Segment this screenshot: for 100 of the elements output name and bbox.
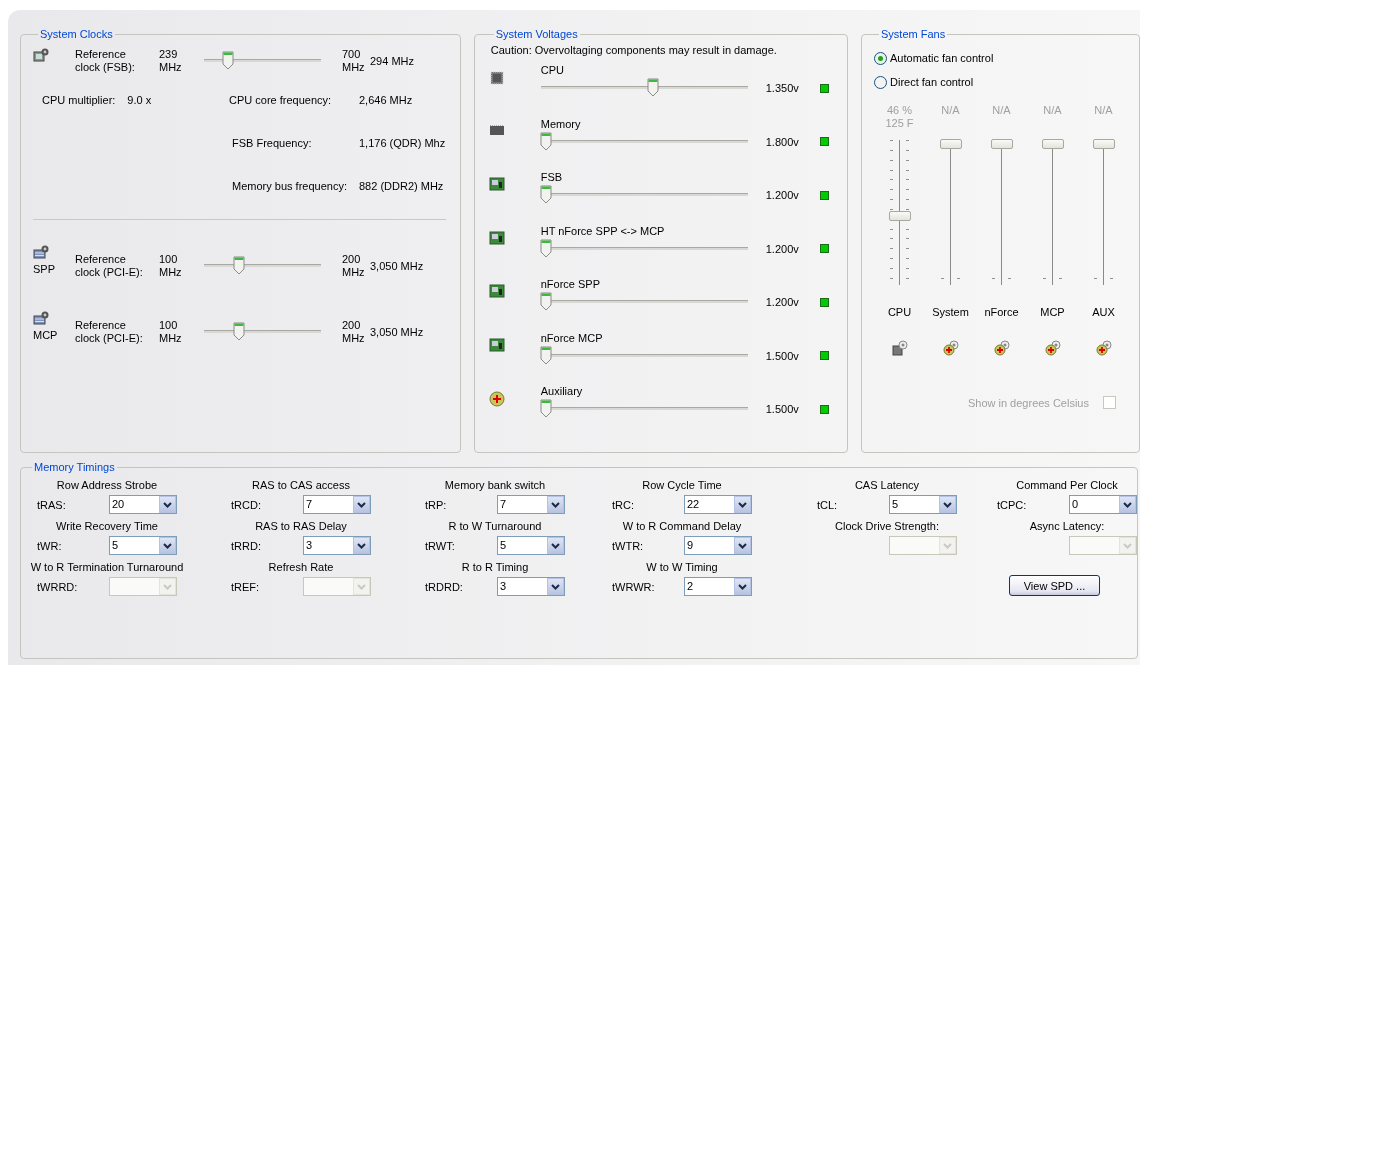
view-spd-button[interactable]: View SPD ... <box>1009 575 1100 596</box>
slider-thumb[interactable] <box>539 399 552 418</box>
slider-thumb[interactable] <box>1041 139 1064 149</box>
timing-title: Command Per Clock <box>1016 479 1118 493</box>
timing-title: W to R Termination Turnaround <box>30 561 184 575</box>
chevron-down-icon <box>357 583 366 590</box>
voltage-reading: 1.500v <box>765 403 800 415</box>
slider[interactable] <box>540 292 748 312</box>
timing-label: tWTR: <box>612 539 645 552</box>
chip-gear-icon[interactable] <box>891 340 908 356</box>
info-value: 9.0 x <box>127 94 152 106</box>
dropdown[interactable]: 20 <box>109 495 177 514</box>
slider[interactable] <box>540 185 748 205</box>
fan-label: System <box>932 306 969 318</box>
info-label: CPU core frequency: <box>229 94 333 106</box>
board-gear-icon <box>33 311 49 325</box>
slider-label: Reference clock (PCI-E): <box>75 253 144 279</box>
plus-circle-icon <box>488 391 505 407</box>
timing-title: RAS to CAS access <box>252 479 350 493</box>
slider-max-value: 200 MHz <box>342 319 366 345</box>
timing-title: Clock Drive Strength: <box>835 520 939 534</box>
radio-button[interactable]: Direct fan control <box>874 70 1129 94</box>
slider[interactable] <box>540 131 748 152</box>
plus-gear-icon[interactable] <box>942 340 959 356</box>
info-value: 882 (DDR2) MHz <box>359 180 445 192</box>
radio-button[interactable]: Automatic fan control <box>874 46 1129 70</box>
info-value: 1,176 (QDR) Mhz <box>359 137 446 149</box>
radio-indicator[interactable] <box>874 75 887 89</box>
slider[interactable] <box>540 399 748 419</box>
voltage-label: Memory <box>540 117 582 130</box>
dropdown[interactable]: 3 <box>497 577 565 596</box>
dropdown[interactable]: 7 <box>497 495 565 514</box>
chevron-down-icon <box>551 501 560 508</box>
timing-label: tRRD: <box>231 539 262 552</box>
timing-label: tRWT: <box>425 539 456 552</box>
chevron-down-icon <box>163 583 172 590</box>
timing-title: CAS Latency <box>854 479 920 493</box>
dropdown[interactable]: 5 <box>109 536 177 555</box>
group-title: System Clocks <box>39 28 114 40</box>
dropdown[interactable]: 9 <box>684 536 752 555</box>
slider-label: Reference clock (PCI-E): <box>75 319 144 345</box>
timing-label: tWRWR: <box>612 580 656 593</box>
voltage-reading: 1.200v <box>765 242 800 255</box>
dropdown[interactable]: 2 <box>684 577 752 596</box>
slider-thumb[interactable] <box>939 139 962 149</box>
slider-thumb[interactable] <box>221 51 234 70</box>
slider[interactable] <box>204 322 321 342</box>
dropdown[interactable]: 0 <box>1069 495 1137 514</box>
chevron-down-icon <box>738 583 747 590</box>
radio-indicator[interactable] <box>874 51 887 65</box>
slider[interactable] <box>540 238 748 259</box>
timing-title: Refresh Rate <box>268 561 334 575</box>
chevron-down-icon <box>551 542 560 549</box>
voltage-reading: 1.200v <box>765 189 800 201</box>
slider-thumb[interactable] <box>233 256 246 275</box>
chevron-down-icon <box>738 501 747 508</box>
chevron-down-icon <box>357 542 366 549</box>
slider-thumb[interactable] <box>888 210 911 221</box>
slider-min-value: 239 MHz <box>159 48 183 74</box>
slider-thumb[interactable] <box>539 131 552 151</box>
slider-min-value: 100 MHz <box>159 319 183 345</box>
slider[interactable] <box>204 51 321 71</box>
clock-reading: 3,050 MHz <box>370 326 425 338</box>
chip-label: SPP <box>33 263 55 275</box>
dropdown[interactable]: 5 <box>497 536 565 555</box>
timing-label: tCL: <box>817 498 839 511</box>
dropdown[interactable]: 7 <box>303 495 371 514</box>
slider-thumb[interactable] <box>539 185 552 204</box>
slider-thumb[interactable] <box>539 345 552 365</box>
slider-thumb[interactable] <box>539 238 552 258</box>
dropdown[interactable]: 3 <box>303 536 371 555</box>
slider-thumb[interactable] <box>233 322 246 341</box>
slider-thumb[interactable] <box>539 292 552 311</box>
timing-title: R to W Turnaround <box>448 520 542 534</box>
caution-text: Caution: Overvoltaging components may result in damage. <box>490 44 778 56</box>
slider[interactable] <box>540 345 748 366</box>
group-title: System Voltages <box>494 28 579 40</box>
timing-title: Row Address Strobe <box>56 479 158 493</box>
fan-reading: N/A <box>1094 104 1113 117</box>
plus-gear-icon[interactable] <box>1095 340 1112 356</box>
timing-label: tWRRD: <box>37 580 79 593</box>
dropdown[interactable]: 5 <box>889 495 957 514</box>
plus-gear-icon[interactable] <box>1044 340 1061 356</box>
slider-thumb[interactable] <box>990 139 1013 149</box>
fan-reading: N/A <box>992 104 1011 117</box>
slider[interactable] <box>204 256 321 276</box>
timing-label: tRC: <box>612 498 635 511</box>
chip-label: MCP <box>33 329 58 341</box>
slider-thumb[interactable] <box>647 78 660 97</box>
fan-label: nForce <box>984 306 1019 318</box>
plus-gear-icon[interactable] <box>993 340 1010 356</box>
info-value: 2,646 MHz <box>359 94 414 106</box>
timing-label: tRAS: <box>37 498 67 511</box>
dropdown[interactable]: 22 <box>684 495 752 514</box>
voltage-reading: 1.200v <box>765 296 800 308</box>
slider-thumb[interactable] <box>1092 139 1115 149</box>
slider-min-value: 100 MHz <box>159 253 183 279</box>
slider[interactable] <box>540 78 748 98</box>
chevron-down-icon <box>357 501 366 508</box>
chevron-down-icon <box>551 583 560 590</box>
